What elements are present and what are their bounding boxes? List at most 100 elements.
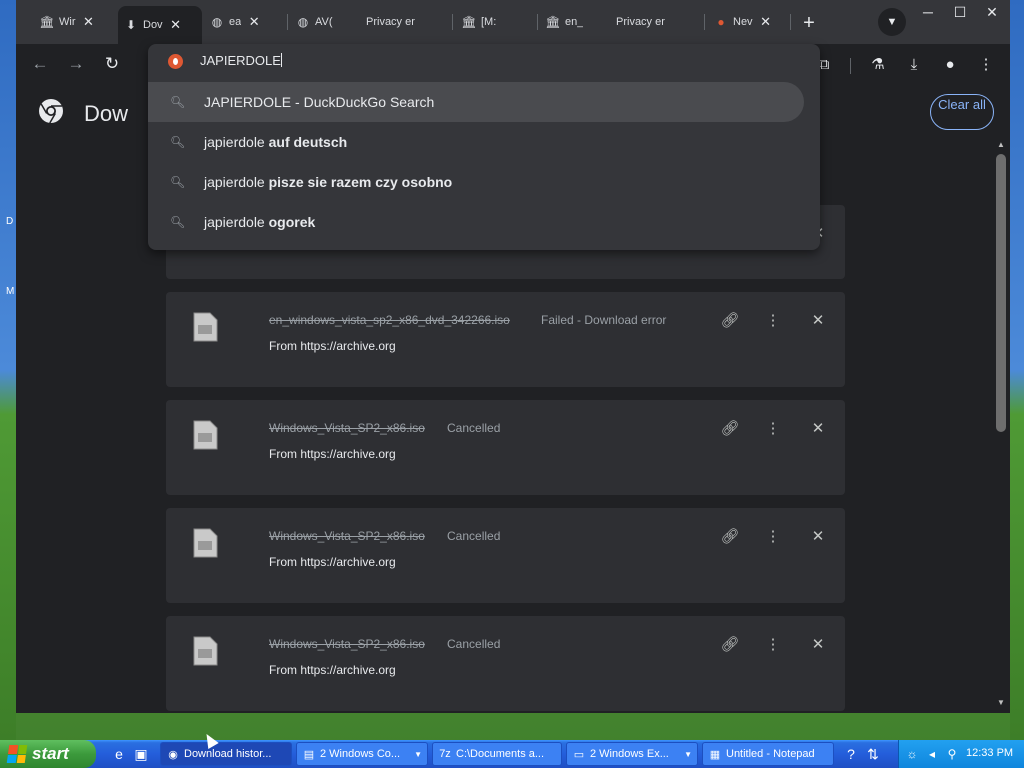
desktop-background-left: D M — [0, 0, 16, 740]
download-source: From https://archive.org — [269, 663, 396, 677]
arrow-right-icon: → — [67, 54, 85, 73]
copy-link-button[interactable]: 🔗︎ — [718, 308, 742, 332]
more-actions-button[interactable]: ⋮ — [761, 524, 785, 548]
network-icon[interactable]: ☼ — [904, 746, 920, 762]
remove-button[interactable]: ✕ — [806, 416, 830, 440]
clear-all-button[interactable]: Clear all — [930, 94, 994, 130]
taskbar-item-download-history[interactable]: ◉ Download histor... — [160, 742, 292, 766]
back-button[interactable]: ← — [26, 50, 54, 78]
scroll-thumb[interactable] — [996, 154, 1006, 432]
link-icon: 🔗︎ — [720, 528, 740, 545]
close-icon[interactable]: ✕ — [758, 14, 774, 30]
suggestion-text: JAPIERDOLE - DuckDuckGo Search — [204, 94, 435, 110]
tab-8[interactable]: ● Nev ✕ — [708, 6, 788, 38]
close-window-button[interactable]: ✕ — [976, 2, 1008, 22]
tab-0[interactable]: 🏛 Wir ✕ — [34, 6, 116, 38]
show-desktop-icon[interactable]: ▣ — [132, 745, 150, 763]
file-name[interactable]: Windows_Vista_SP2_x86.iso — [269, 637, 425, 651]
suggestion-item[interactable]: 🔍︎ japierdole auf deutsch — [148, 122, 804, 162]
address-text: JAPIERDOLE — [200, 53, 281, 68]
more-actions-button[interactable]: ⋮ — [761, 632, 785, 656]
internet-explorer-icon[interactable]: e — [110, 745, 128, 763]
file-name[interactable]: en_windows_vista_sp2_x86_dvd_342266.iso — [269, 313, 510, 327]
suggestion-item[interactable]: 🔍︎ japierdole ogorek — [148, 202, 804, 242]
chrome-icon: ◉ — [168, 748, 178, 761]
notepad-icon: ▦ — [709, 748, 721, 761]
downloads-button[interactable]: ⤓ — [900, 50, 928, 78]
more-actions-button[interactable]: ⋮ — [761, 308, 785, 332]
start-button[interactable]: start — [0, 740, 96, 768]
scroll-down-arrow-icon[interactable]: ▼ — [996, 698, 1006, 708]
suggestion-text: japierdole ogorek — [204, 214, 316, 230]
scrollbar[interactable]: ▲ ▼ — [994, 140, 1006, 710]
tab-1[interactable]: ⬇ Dov ✕ — [118, 6, 202, 44]
more-vert-icon: ⋮ — [765, 636, 781, 653]
taskbar-item-7zip[interactable]: 7z C:\Documents a... — [432, 742, 562, 766]
tab-5[interactable]: 🏛 [M: — [456, 6, 536, 38]
close-icon: ✕ — [811, 528, 825, 545]
menu-button[interactable]: ⋮ — [972, 50, 1000, 78]
link-icon: 🔗︎ — [720, 312, 740, 329]
tab-7[interactable]: Privacy er — [610, 6, 700, 38]
reload-button[interactable]: ↻ — [98, 50, 126, 78]
download-source: From https://archive.org — [269, 555, 396, 569]
download-card: Windows_Vista_SP2_x86.iso Cancelled From… — [166, 400, 845, 495]
task-label: Untitled - Notepad — [726, 748, 815, 760]
copy-link-button[interactable]: 🔗︎ — [718, 632, 742, 656]
tab-3[interactable]: ◍ AV( — [290, 6, 368, 38]
help-icon[interactable]: ? — [842, 745, 860, 763]
more-vert-icon: ⋮ — [765, 312, 781, 329]
person-icon: ● — [945, 55, 955, 73]
copy-link-button[interactable]: 🔗︎ — [718, 416, 742, 440]
tab-title: ea — [229, 16, 242, 28]
close-icon[interactable]: ✕ — [246, 14, 262, 30]
search-tray-icon[interactable]: ⚲ — [944, 746, 960, 762]
forward-button[interactable]: → — [62, 50, 90, 78]
address-bar[interactable]: JAPIERDOLE — [148, 44, 820, 80]
download-card: en_windows_vista_sp2_x86_dvd_342266.iso … — [166, 292, 845, 387]
new-tab-button[interactable]: + — [796, 10, 822, 36]
volume-icon[interactable]: ◂ — [924, 746, 940, 762]
tab-6[interactable]: 🏛 en_ — [540, 6, 610, 38]
maximize-button[interactable]: ☐ — [944, 2, 976, 22]
suggestion-item[interactable]: 🔍︎ JAPIERDOLE - DuckDuckGo Search — [148, 82, 804, 122]
tab-2[interactable]: ◍ ea ✕ — [204, 6, 286, 38]
remove-button[interactable]: ✕ — [806, 524, 830, 548]
tab-title: Wir — [59, 16, 76, 28]
windows-flag-icon — [6, 745, 28, 763]
tab-search-button[interactable]: ▼ — [878, 8, 906, 36]
chevron-down-icon: ▼ — [414, 749, 422, 759]
close-icon[interactable]: ✕ — [168, 17, 184, 33]
tab-strip: 🏛 Wir ✕ ⬇ Dov ✕ ◍ ea ✕ ◍ AV( Privacy er … — [16, 0, 1010, 44]
close-icon[interactable]: ✕ — [81, 14, 97, 30]
tab-separator — [790, 14, 791, 30]
taskbar-item-notepad[interactable]: ▦ Untitled - Notepad — [702, 742, 834, 766]
address-input[interactable]: JAPIERDOLE — [200, 53, 282, 68]
search-icon: 🔍︎ — [170, 95, 186, 109]
remove-button[interactable]: ✕ — [806, 632, 830, 656]
7zip-icon: 7z — [439, 748, 451, 760]
tab-title: Nev — [733, 16, 753, 28]
suggestion-text: japierdole pisze sie razem czy osobno — [204, 174, 453, 190]
profile-button[interactable]: ● — [936, 50, 964, 78]
tab-4[interactable]: Privacy er — [360, 6, 450, 38]
taskbar-item-windows-console[interactable]: ▤ 2 Windows Co... ▼ — [296, 742, 428, 766]
chevron-down-icon: ▼ — [684, 749, 692, 759]
file-name[interactable]: Windows_Vista_SP2_x86.iso — [269, 529, 425, 543]
more-actions-button[interactable]: ⋮ — [761, 416, 785, 440]
file-name[interactable]: Windows_Vista_SP2_x86.iso — [269, 421, 425, 435]
tab-title: [M: — [481, 16, 497, 28]
remove-button[interactable]: ✕ — [806, 308, 830, 332]
minimize-button[interactable]: ─ — [912, 2, 944, 22]
suggestion-item[interactable]: 🔍︎ japierdole pisze sie razem czy osobno — [148, 162, 804, 202]
more-vert-icon: ⋮ — [765, 528, 781, 545]
copy-link-button[interactable]: 🔗︎ — [718, 524, 742, 548]
tab-title: Privacy er — [616, 16, 665, 28]
labs-button[interactable]: ⚗ — [864, 50, 892, 78]
scroll-up-arrow-icon[interactable]: ▲ — [996, 140, 1006, 150]
duckduckgo-icon — [168, 54, 183, 69]
language-bar-icon[interactable]: ⇅ — [864, 745, 882, 763]
taskbar-item-windows-explorer[interactable]: ▭ 2 Windows Ex... ▼ — [566, 742, 698, 766]
task-label: C:\Documents a... — [456, 748, 545, 760]
toolbar-divider — [850, 58, 851, 74]
